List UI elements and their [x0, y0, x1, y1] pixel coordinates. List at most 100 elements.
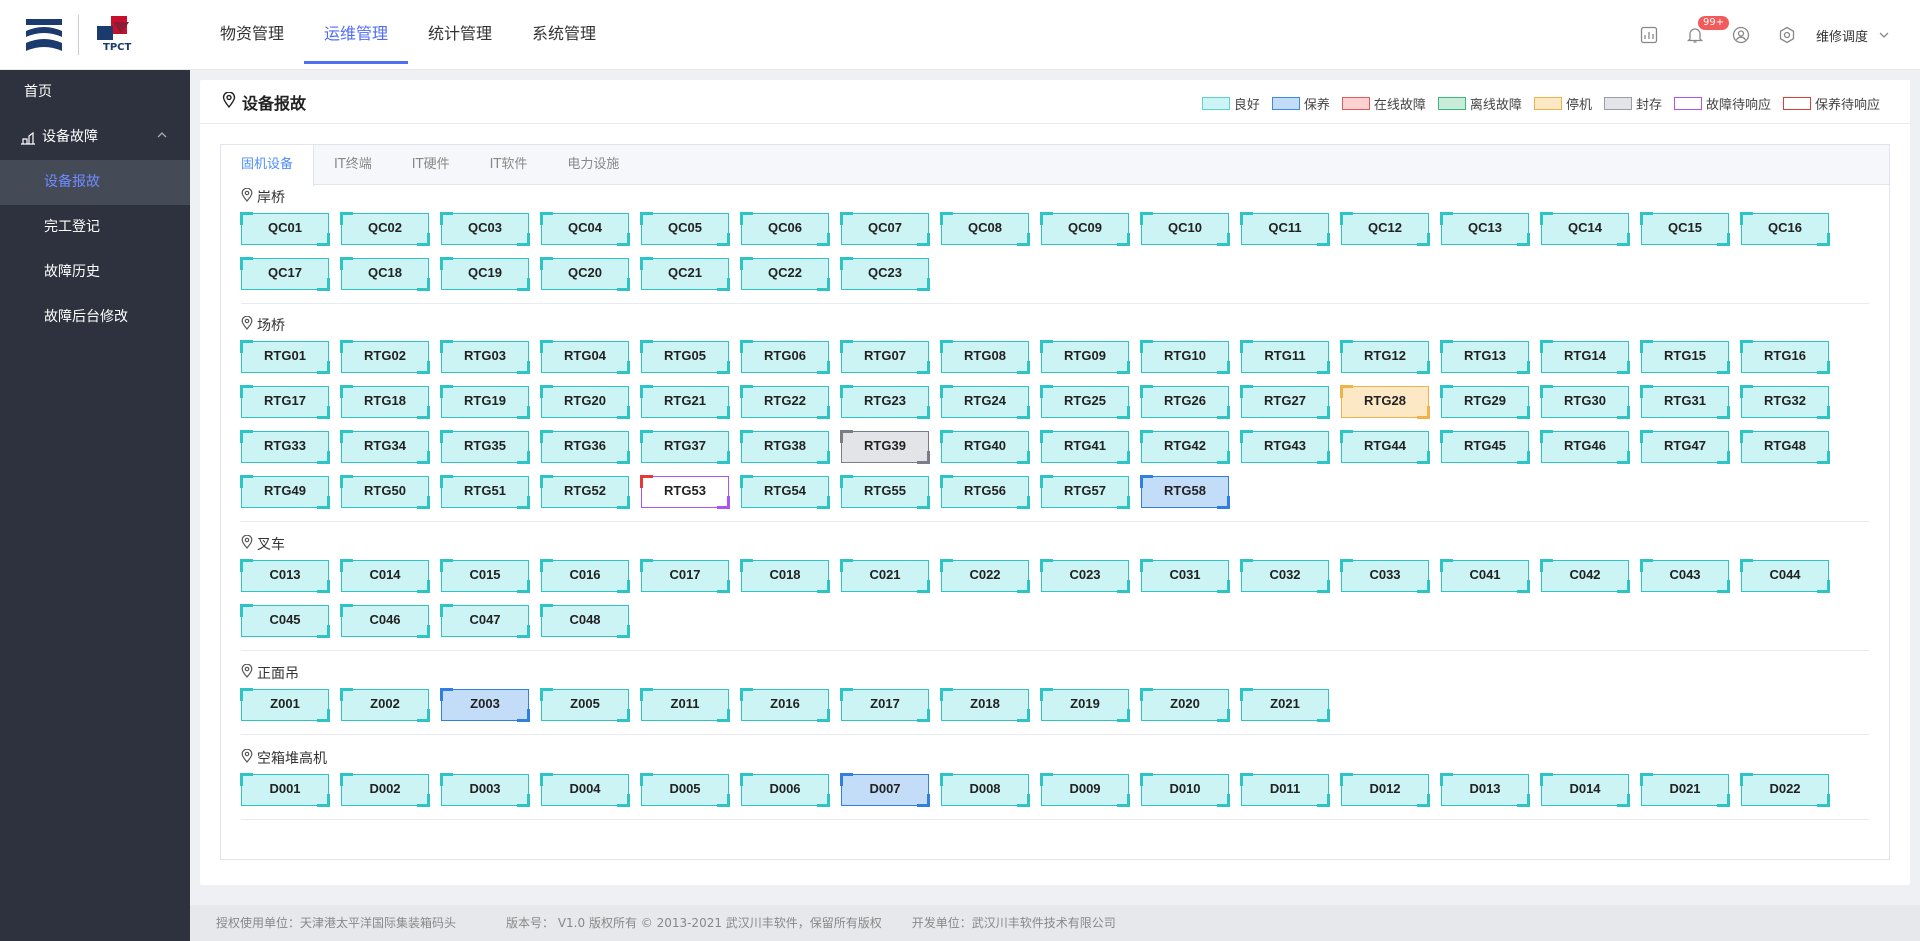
- equipment-button[interactable]: RTG22: [740, 385, 830, 419]
- equipment-button[interactable]: D005: [640, 773, 730, 807]
- equipment-button[interactable]: RTG28: [1340, 385, 1430, 419]
- user-name[interactable]: 维修调度: [1816, 26, 1868, 45]
- equipment-button[interactable]: RTG01: [240, 340, 330, 374]
- equipment-button[interactable]: RTG31: [1640, 385, 1730, 419]
- equipment-button[interactable]: C013: [240, 559, 330, 593]
- equipment-button[interactable]: C048: [540, 604, 630, 638]
- equipment-button[interactable]: RTG11: [1240, 340, 1330, 374]
- equipment-button[interactable]: C023: [1040, 559, 1130, 593]
- equipment-button[interactable]: QC10: [1140, 212, 1230, 246]
- equipment-button[interactable]: D013: [1440, 773, 1530, 807]
- equipment-button[interactable]: RTG05: [640, 340, 730, 374]
- equipment-button[interactable]: RTG38: [740, 430, 830, 464]
- equipment-button[interactable]: QC19: [440, 257, 530, 291]
- equipment-button[interactable]: RTG34: [340, 430, 430, 464]
- equipment-button[interactable]: C021: [840, 559, 930, 593]
- equipment-button[interactable]: RTG42: [1140, 430, 1230, 464]
- tab[interactable]: 固机设备: [221, 145, 315, 186]
- settings-gear-icon[interactable]: [1764, 0, 1810, 70]
- equipment-button[interactable]: QC01: [240, 212, 330, 246]
- equipment-button[interactable]: RTG32: [1740, 385, 1830, 419]
- equipment-button[interactable]: RTG50: [340, 475, 430, 509]
- equipment-button[interactable]: QC06: [740, 212, 830, 246]
- equipment-button[interactable]: D003: [440, 773, 530, 807]
- equipment-button[interactable]: C015: [440, 559, 530, 593]
- equipment-button[interactable]: RTG19: [440, 385, 530, 419]
- equipment-button[interactable]: C046: [340, 604, 430, 638]
- dashboard-chart-icon[interactable]: [1626, 0, 1672, 70]
- equipment-button[interactable]: C047: [440, 604, 530, 638]
- equipment-button[interactable]: Z016: [740, 688, 830, 722]
- equipment-button[interactable]: RTG35: [440, 430, 530, 464]
- equipment-button[interactable]: RTG13: [1440, 340, 1530, 374]
- chevron-down-icon[interactable]: [1878, 26, 1890, 45]
- equipment-button[interactable]: RTG14: [1540, 340, 1630, 374]
- equipment-button[interactable]: QC08: [940, 212, 1030, 246]
- top-nav-item[interactable]: 系统管理: [512, 0, 616, 70]
- equipment-button[interactable]: QC23: [840, 257, 930, 291]
- equipment-button[interactable]: RTG25: [1040, 385, 1130, 419]
- equipment-button[interactable]: RTG55: [840, 475, 930, 509]
- equipment-button[interactable]: RTG10: [1140, 340, 1230, 374]
- top-nav-item[interactable]: 统计管理: [408, 0, 512, 70]
- equipment-button[interactable]: RTG48: [1740, 430, 1830, 464]
- equipment-button[interactable]: C044: [1740, 559, 1830, 593]
- equipment-button[interactable]: QC07: [840, 212, 930, 246]
- equipment-button[interactable]: RTG45: [1440, 430, 1530, 464]
- equipment-button[interactable]: D004: [540, 773, 630, 807]
- equipment-button[interactable]: RTG15: [1640, 340, 1730, 374]
- bell-icon[interactable]: 99+: [1672, 0, 1730, 70]
- equipment-button[interactable]: C032: [1240, 559, 1330, 593]
- equipment-button[interactable]: RTG57: [1040, 475, 1130, 509]
- equipment-button[interactable]: C022: [940, 559, 1030, 593]
- equipment-button[interactable]: RTG53: [640, 475, 730, 509]
- equipment-button[interactable]: D010: [1140, 773, 1230, 807]
- equipment-button[interactable]: RTG02: [340, 340, 430, 374]
- equipment-button[interactable]: QC15: [1640, 212, 1730, 246]
- equipment-button[interactable]: RTG29: [1440, 385, 1530, 419]
- equipment-button[interactable]: C018: [740, 559, 830, 593]
- equipment-button[interactable]: RTG09: [1040, 340, 1130, 374]
- equipment-button[interactable]: RTG52: [540, 475, 630, 509]
- tab[interactable]: IT软件: [470, 145, 548, 184]
- equipment-button[interactable]: QC20: [540, 257, 630, 291]
- tab[interactable]: IT终端: [314, 145, 392, 184]
- equipment-button[interactable]: RTG40: [940, 430, 1030, 464]
- equipment-button[interactable]: C045: [240, 604, 330, 638]
- equipment-button[interactable]: RTG27: [1240, 385, 1330, 419]
- equipment-button[interactable]: RTG17: [240, 385, 330, 419]
- user-circle-icon[interactable]: [1718, 0, 1764, 70]
- chevron-up-icon[interactable]: [156, 115, 168, 160]
- equipment-button[interactable]: RTG44: [1340, 430, 1430, 464]
- equipment-button[interactable]: C043: [1640, 559, 1730, 593]
- tab[interactable]: IT硬件: [392, 145, 470, 184]
- equipment-button[interactable]: Z002: [340, 688, 430, 722]
- equipment-button[interactable]: RTG07: [840, 340, 930, 374]
- equipment-button[interactable]: D001: [240, 773, 330, 807]
- equipment-button[interactable]: RTG16: [1740, 340, 1830, 374]
- equipment-button[interactable]: C033: [1340, 559, 1430, 593]
- equipment-button[interactable]: RTG54: [740, 475, 830, 509]
- equipment-button[interactable]: QC09: [1040, 212, 1130, 246]
- equipment-button[interactable]: QC13: [1440, 212, 1530, 246]
- top-nav-item[interactable]: 物资管理: [200, 0, 304, 70]
- equipment-button[interactable]: RTG46: [1540, 430, 1630, 464]
- equipment-button[interactable]: RTG18: [340, 385, 430, 419]
- equipment-button[interactable]: QC16: [1740, 212, 1830, 246]
- equipment-button[interactable]: RTG39: [840, 430, 930, 464]
- equipment-button[interactable]: Z020: [1140, 688, 1230, 722]
- equipment-button[interactable]: D007: [840, 773, 930, 807]
- sidebar-item[interactable]: 故障后台修改: [0, 295, 190, 340]
- equipment-button[interactable]: D011: [1240, 773, 1330, 807]
- equipment-button[interactable]: Z019: [1040, 688, 1130, 722]
- equipment-button[interactable]: C017: [640, 559, 730, 593]
- equipment-button[interactable]: RTG33: [240, 430, 330, 464]
- sidebar-item-home[interactable]: 首页: [0, 70, 190, 115]
- tab[interactable]: 电力设施: [547, 145, 639, 184]
- equipment-button[interactable]: D021: [1640, 773, 1730, 807]
- equipment-button[interactable]: C041: [1440, 559, 1530, 593]
- equipment-button[interactable]: D002: [340, 773, 430, 807]
- equipment-button[interactable]: D008: [940, 773, 1030, 807]
- equipment-button[interactable]: RTG30: [1540, 385, 1630, 419]
- equipment-button[interactable]: RTG03: [440, 340, 530, 374]
